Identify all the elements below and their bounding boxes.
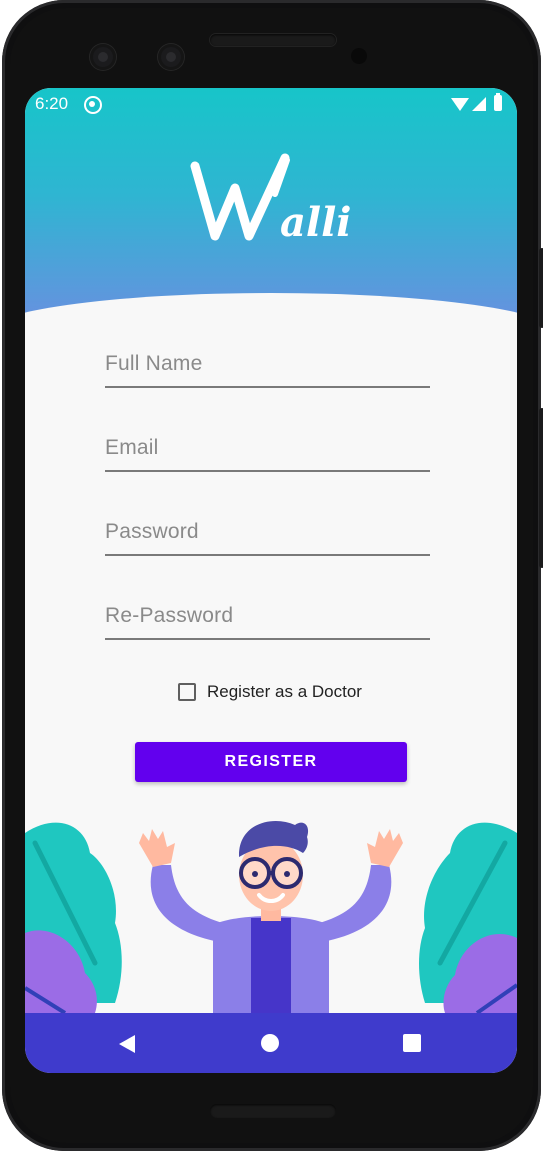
front-camera: [90, 44, 116, 70]
notification-app-icon: [84, 96, 102, 114]
email-placeholder: Email: [105, 436, 159, 459]
register-button[interactable]: REGISTER: [135, 742, 407, 782]
bottom-speaker: [210, 1104, 336, 1118]
system-nav-bar: [25, 1013, 517, 1073]
email-field[interactable]: Email: [105, 436, 430, 472]
status-time: 6:20: [35, 94, 69, 113]
app-logo: alli: [190, 153, 352, 246]
repassword-placeholder: Re-Password: [105, 604, 234, 627]
wifi-icon: [451, 98, 469, 111]
password-placeholder: Password: [105, 520, 199, 543]
doctor-checkbox-row[interactable]: Register as a Doctor: [178, 680, 362, 704]
repassword-underline: [105, 638, 430, 640]
app-screen: 6:20 alli Full Name Email Password Re-Pa…: [25, 88, 517, 1073]
password-field[interactable]: Password: [105, 520, 430, 556]
password-underline: [105, 554, 430, 556]
full-name-field[interactable]: Full Name: [105, 352, 430, 388]
full-name-placeholder: Full Name: [105, 352, 203, 375]
welcome-illustration: [25, 820, 517, 1013]
logo-text: alli: [280, 199, 352, 246]
signal-icon: [472, 97, 486, 111]
back-icon[interactable]: [119, 1035, 135, 1053]
email-underline: [105, 470, 430, 472]
battery-icon: [494, 93, 502, 111]
status-bar: 6:20: [25, 88, 517, 118]
volume-button: [539, 408, 543, 568]
proximity-sensor: [351, 48, 367, 64]
front-camera-2: [158, 44, 184, 70]
earpiece-speaker: [210, 34, 336, 46]
power-button: [539, 248, 543, 328]
doctor-checkbox-label[interactable]: Register as a Doctor: [207, 682, 362, 702]
recents-icon[interactable]: [403, 1034, 421, 1052]
doctor-checkbox[interactable]: [178, 683, 196, 701]
full-name-underline: [105, 386, 430, 388]
repassword-field[interactable]: Re-Password: [105, 604, 430, 640]
home-icon[interactable]: [261, 1034, 279, 1052]
